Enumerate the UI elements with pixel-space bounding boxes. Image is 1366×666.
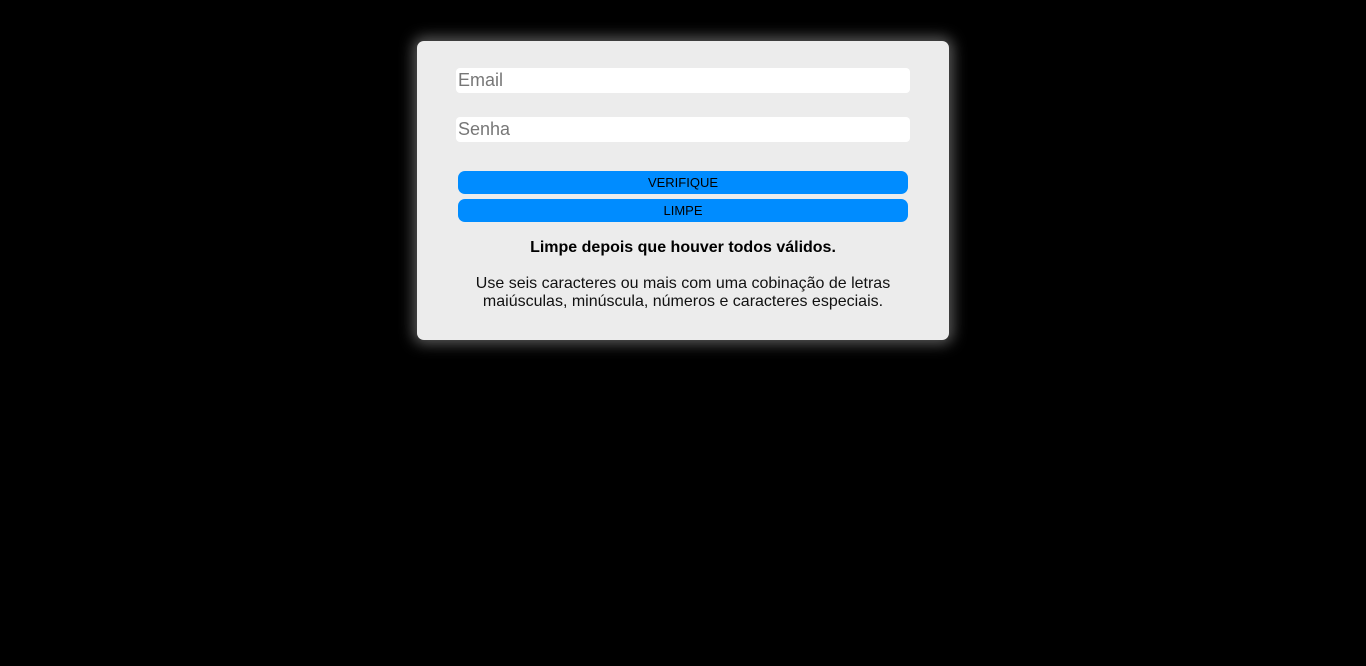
verify-button[interactable]: VERIFIQUE <box>458 171 908 194</box>
clear-hint: Limpe depois que houver todos válidos. <box>530 239 836 256</box>
password-input[interactable] <box>456 117 910 142</box>
password-rule: Use seis caracteres ou mais com uma cobi… <box>475 275 891 310</box>
clear-button[interactable]: LIMPE <box>458 199 908 222</box>
validation-card: VERIFIQUE LIMPE Limpe depois que houver … <box>417 41 949 340</box>
email-input[interactable] <box>456 68 910 93</box>
